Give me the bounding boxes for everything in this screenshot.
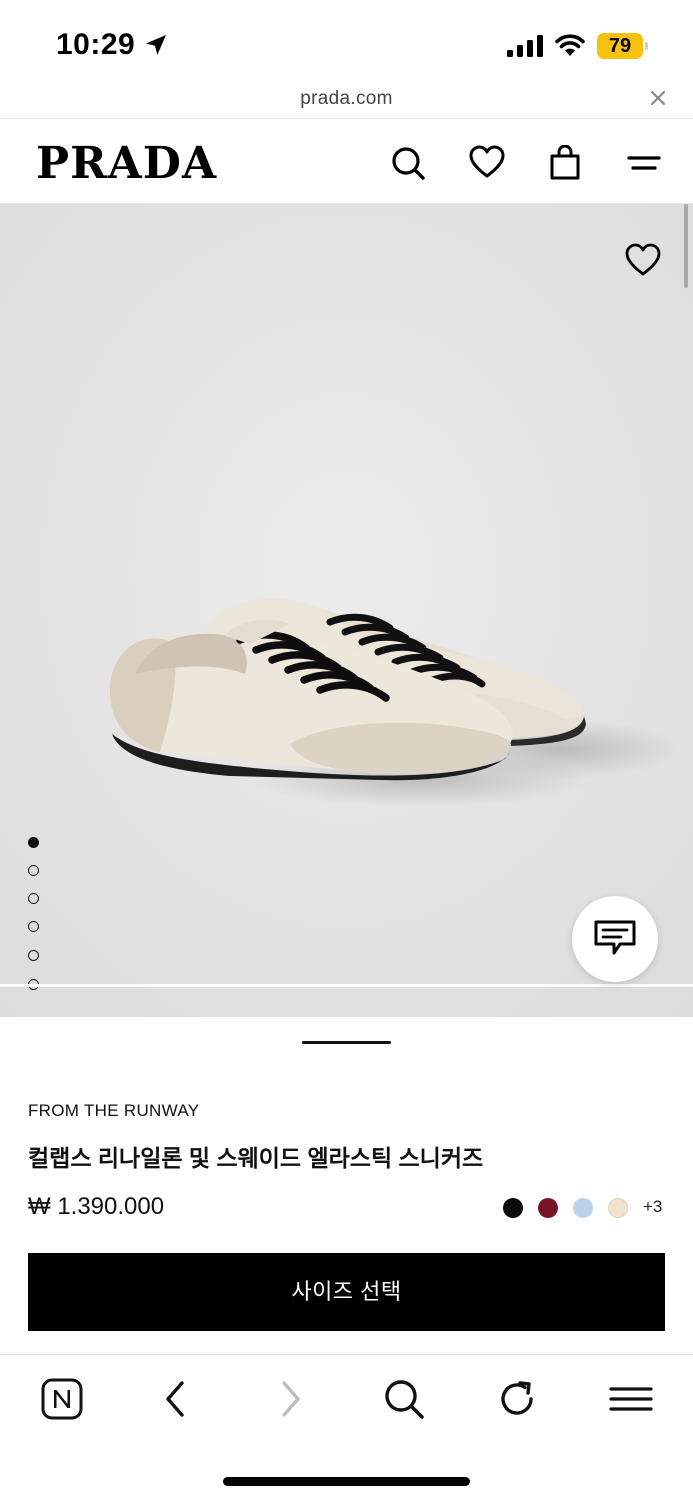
- product-name: 컬랩스 리나일론 및 스웨이드 엘라스틱 스니커즈: [28, 1145, 484, 1171]
- battery-cap: [645, 42, 648, 50]
- gallery-dot-3[interactable]: [28, 893, 39, 904]
- prada-logo[interactable]: PRADA: [36, 139, 217, 189]
- url-text[interactable]: prada.com: [0, 88, 693, 110]
- reload-icon[interactable]: [495, 1377, 539, 1421]
- bag-icon[interactable]: [547, 145, 583, 181]
- gallery-dot-2[interactable]: [28, 865, 39, 876]
- color-swatch-black[interactable]: [503, 1198, 523, 1218]
- cellular-signal-icon: [507, 35, 543, 57]
- drag-handle[interactable]: [302, 1041, 391, 1044]
- naver-icon[interactable]: [40, 1377, 84, 1421]
- color-swatch-burgundy[interactable]: [538, 1198, 558, 1218]
- product-collection: FROM THE RUNWAY: [28, 1101, 200, 1120]
- location-arrow-icon: [146, 35, 166, 55]
- sneakers-image: [0, 204, 693, 1017]
- gallery-dot-5[interactable]: [28, 950, 39, 961]
- address-bar[interactable]: prada.com: [0, 84, 693, 118]
- menu-icon[interactable]: [626, 145, 662, 181]
- product-gallery[interactable]: [0, 204, 693, 1017]
- browser-toolbar: [0, 1354, 693, 1500]
- more-colors-count[interactable]: +3: [643, 1197, 662, 1217]
- select-size-button[interactable]: 사이즈 선택: [28, 1253, 665, 1331]
- status-time: 10:29: [56, 28, 136, 61]
- site-header: PRADA: [0, 118, 693, 204]
- search-icon[interactable]: [382, 1377, 426, 1421]
- wifi-icon: [555, 34, 585, 56]
- scroll-indicator: [684, 204, 688, 288]
- status-bar: 10:29 79: [0, 0, 693, 86]
- forward-icon[interactable]: [268, 1377, 312, 1421]
- back-icon[interactable]: [154, 1377, 198, 1421]
- battery-indicator: 79: [597, 33, 649, 59]
- heart-icon[interactable]: [624, 242, 662, 278]
- product-info-panel: FROM THE RUNWAY 컬랩스 리나일론 및 스웨이드 엘라스틱 스니커…: [0, 1017, 693, 1355]
- heart-icon[interactable]: [469, 145, 505, 181]
- chat-icon: [594, 920, 636, 955]
- gallery-divider: [0, 984, 693, 987]
- gallery-dot-4[interactable]: [28, 921, 39, 932]
- battery-level: 79: [597, 33, 643, 59]
- menu-icon[interactable]: [609, 1377, 653, 1421]
- home-indicator: [223, 1477, 470, 1486]
- gallery-dot-1[interactable]: [28, 837, 39, 848]
- chat-button[interactable]: [572, 896, 658, 982]
- color-swatch-light-blue[interactable]: [573, 1198, 593, 1218]
- product-price: ₩ 1.390.000: [28, 1193, 165, 1220]
- close-icon[interactable]: [648, 88, 668, 108]
- color-swatch-cream[interactable]: [608, 1198, 628, 1218]
- search-icon[interactable]: [390, 145, 426, 181]
